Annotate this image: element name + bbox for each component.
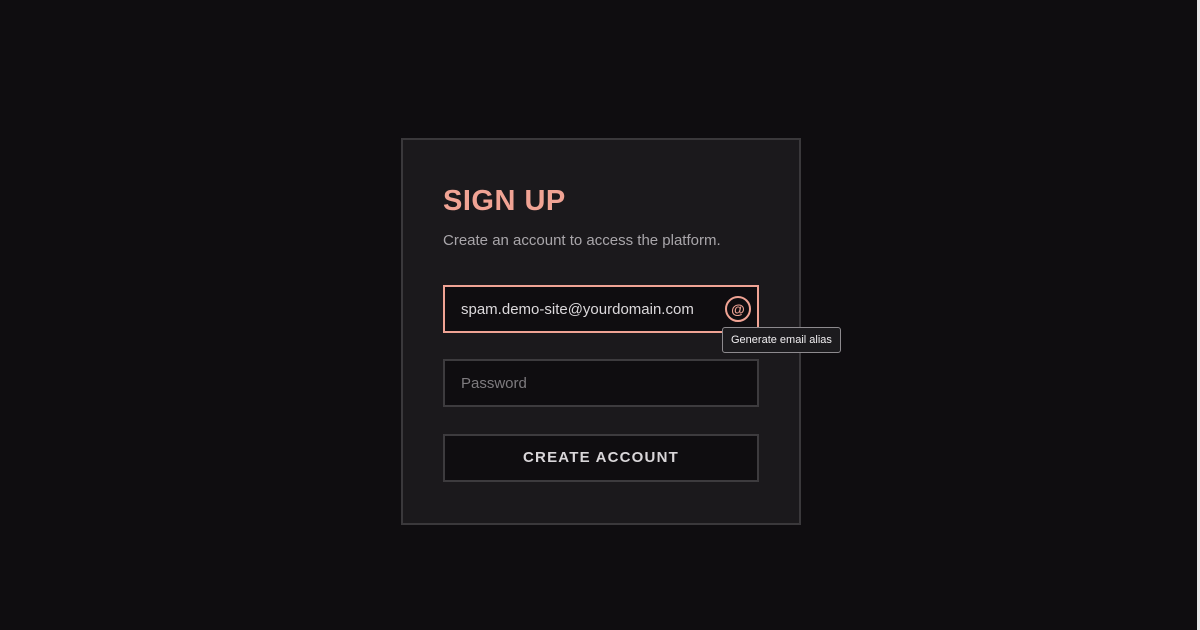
- password-placeholder: Password: [461, 375, 527, 392]
- email-field[interactable]: spam.demo-site@yourdomain.com @: [443, 285, 759, 333]
- at-sign-icon[interactable]: @: [725, 296, 751, 322]
- password-field[interactable]: Password: [443, 359, 759, 407]
- generate-alias-tooltip: Generate email alias: [722, 327, 841, 353]
- email-field-value: spam.demo-site@yourdomain.com: [461, 301, 694, 318]
- create-account-button[interactable]: CREATE ACCOUNT: [443, 434, 759, 482]
- page-subtitle: Create an account to access the platform…: [443, 232, 721, 249]
- page-title: SIGN UP: [443, 185, 566, 217]
- page: SIGN UP Create an account to access the …: [0, 0, 1200, 630]
